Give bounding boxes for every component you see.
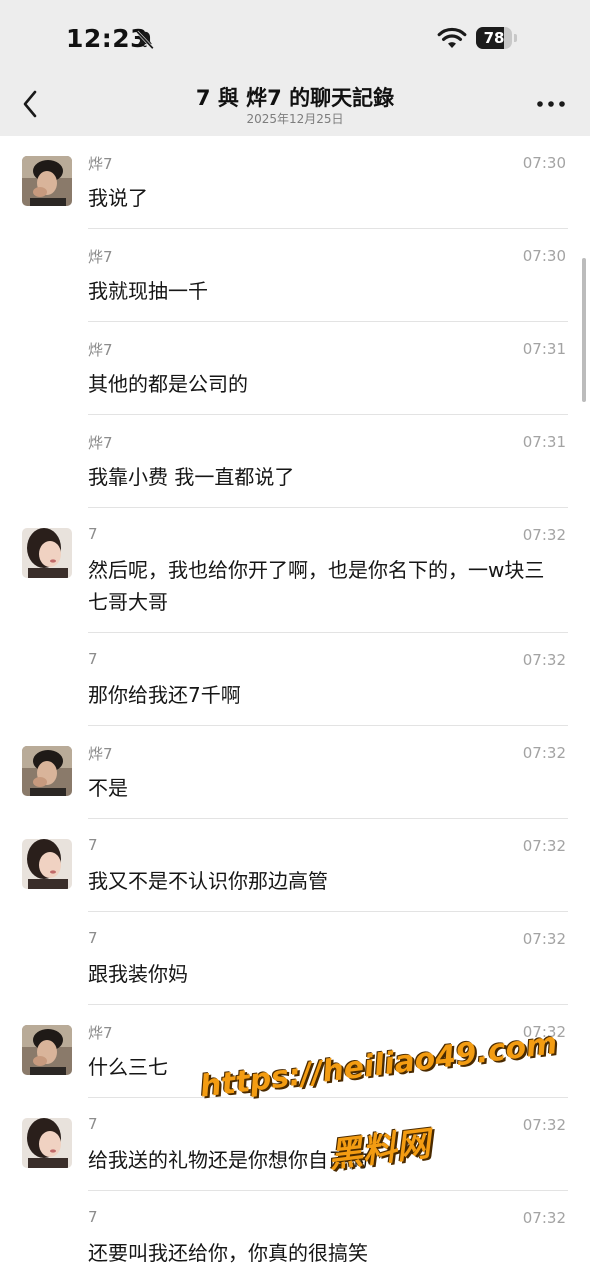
avatar[interactable] xyxy=(22,746,72,796)
bell-slash-icon xyxy=(136,30,154,50)
message-text: 我就现抽一千 xyxy=(88,279,208,303)
message-item[interactable]: 烨7 07:31 我靠小费 我一直都说了 xyxy=(0,415,590,508)
message-time: 07:32 xyxy=(522,526,566,544)
message-text: 还要叫我还给你，你真的很搞笑 xyxy=(88,1241,368,1265)
battery-cap xyxy=(514,34,517,42)
message-time: 07:31 xyxy=(522,433,566,451)
avatar[interactable] xyxy=(22,1025,72,1075)
message-time: 07:32 xyxy=(522,1023,566,1041)
message-sender: 7 xyxy=(88,1208,98,1226)
message-item[interactable]: 烨7 07:32 不是 xyxy=(0,726,590,819)
message-list[interactable]: 烨7 07:30 我说了 烨7 07:30 我就现抽一千 烨7 07:31 其他的都是公司的 烨7… xyxy=(0,136,590,1280)
message-time: 07:32 xyxy=(522,744,566,762)
message-sender: 7 xyxy=(88,1115,98,1133)
message-text: 那你给我还7千啊 xyxy=(88,683,241,707)
avatar[interactable] xyxy=(22,156,72,206)
message-text: 其他的都是公司的 xyxy=(88,372,248,396)
message-item[interactable]: 7 07:32 给我送的礼物还是你想你自己的 xyxy=(0,1098,590,1191)
message-item[interactable]: 7 07:32 跟我装你妈 xyxy=(0,912,590,1005)
message-text: 我说了 xyxy=(88,186,148,210)
avatar[interactable] xyxy=(22,528,72,578)
scrollbar[interactable] xyxy=(582,258,586,402)
message-sender: 烨7 xyxy=(88,1024,113,1042)
message-time: 07:30 xyxy=(522,247,566,265)
status-bar: 12:23 78 xyxy=(0,0,590,74)
chat-date: 2025年12月25日 xyxy=(246,112,344,126)
battery-icon: 78 xyxy=(476,27,518,49)
message-item[interactable]: 7 07:32 然后呢，我也给你开了啊，也是你名下的，一w块三七哥大哥 xyxy=(0,508,590,633)
message-time: 07:32 xyxy=(522,930,566,948)
wifi-icon xyxy=(437,27,467,48)
message-item[interactable]: 7 07:32 那你给我还7千啊 xyxy=(0,633,590,726)
battery-level: 78 xyxy=(483,29,505,47)
message-time: 07:32 xyxy=(522,837,566,855)
message-item[interactable]: 烨7 07:30 我就现抽一千 xyxy=(0,229,590,322)
message-time: 07:32 xyxy=(522,1116,566,1134)
avatar[interactable] xyxy=(22,1118,72,1168)
message-sender: 烨7 xyxy=(88,155,113,173)
message-item[interactable]: 烨7 07:32 什么三七 xyxy=(0,1005,590,1098)
message-text: 跟我装你妈 xyxy=(88,962,188,986)
message-text: 给我送的礼物还是你想你自己的 xyxy=(88,1148,368,1172)
message-time: 07:30 xyxy=(522,154,566,172)
message-item[interactable]: 7 07:32 我又不是不认识你那边高管 xyxy=(0,819,590,912)
message-time: 07:32 xyxy=(522,1209,566,1227)
more-icon[interactable] xyxy=(536,99,566,109)
message-sender: 烨7 xyxy=(88,248,113,266)
message-item[interactable]: 烨7 07:30 我说了 xyxy=(0,136,590,229)
message-sender: 7 xyxy=(88,929,98,947)
message-text: 什么三七 xyxy=(88,1055,168,1079)
message-sender: 烨7 xyxy=(88,434,113,452)
battery-body: 78 xyxy=(476,27,512,49)
message-sender: 7 xyxy=(88,525,98,543)
message-time: 07:32 xyxy=(522,651,566,669)
message-sender: 7 xyxy=(88,836,98,854)
message-text: 我靠小费 我一直都说了 xyxy=(88,465,295,489)
message-text: 我又不是不认识你那边高管 xyxy=(88,869,328,893)
page-title: 7 與 烨7 的聊天記錄 xyxy=(195,86,395,110)
message-sender: 烨7 xyxy=(88,341,113,359)
message-item[interactable]: 烨7 07:31 其他的都是公司的 xyxy=(0,322,590,415)
message-sender: 烨7 xyxy=(88,745,113,763)
avatar[interactable] xyxy=(22,839,72,889)
nav-bar: 7 與 烨7 的聊天記錄 2025年12月25日 xyxy=(0,74,590,136)
message-sender: 7 xyxy=(88,650,98,668)
message-item[interactable]: 7 07:32 还要叫我还给你，你真的很搞笑 xyxy=(0,1191,590,1280)
message-time: 07:31 xyxy=(522,340,566,358)
message-text: 不是 xyxy=(88,776,128,800)
message-text: 然后呢，我也给你开了啊，也是你名下的，一w块三七哥大哥 xyxy=(88,558,545,614)
